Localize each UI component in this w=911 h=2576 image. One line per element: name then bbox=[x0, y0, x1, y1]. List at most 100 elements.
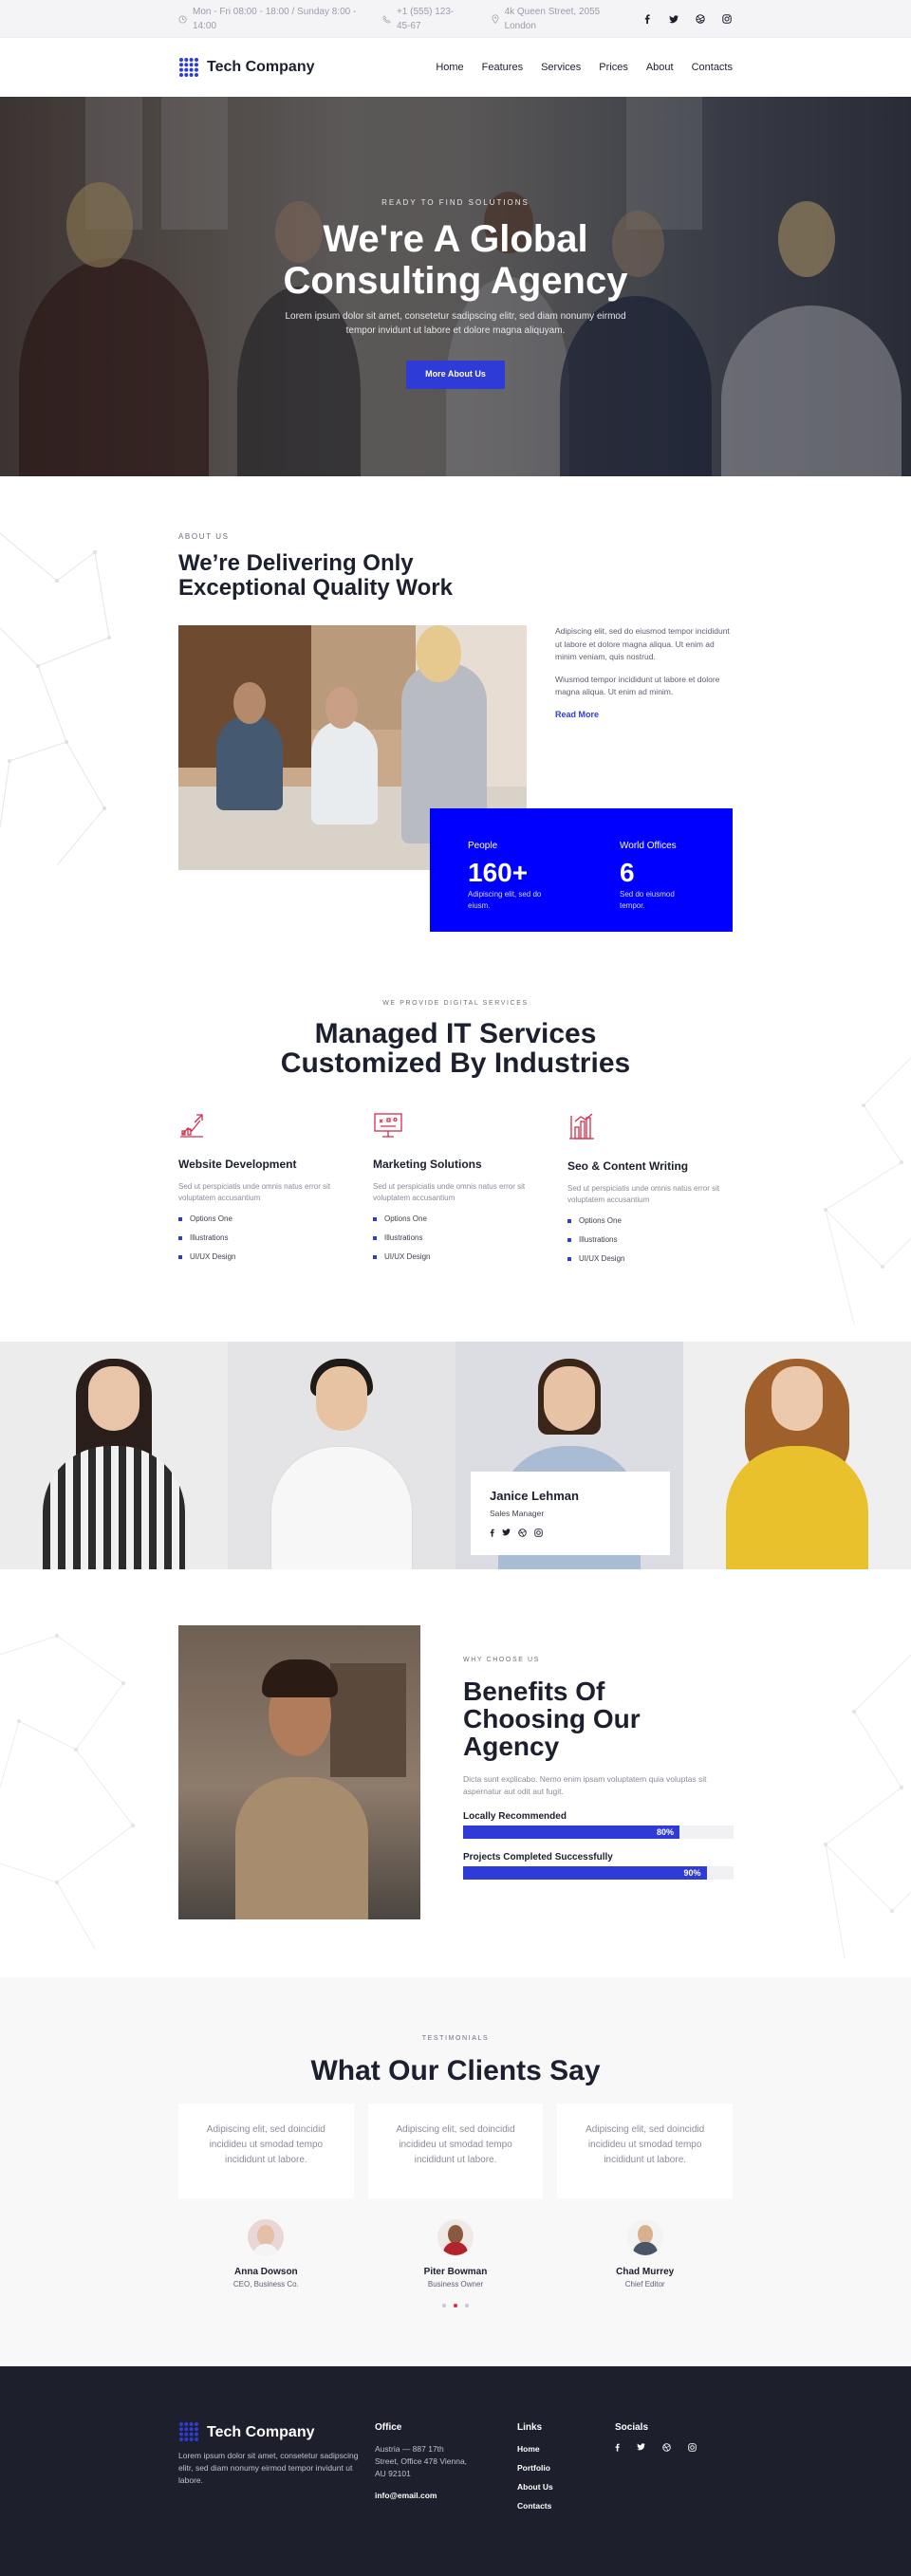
team-member-photo[interactable] bbox=[228, 1342, 456, 1569]
hero-section: READY TO FIND SOLUTIONS We're A Global C… bbox=[0, 97, 911, 476]
service-title: Website Development bbox=[178, 1157, 297, 1171]
team-member-photo-featured[interactable]: Janice Lehman Sales Manager bbox=[456, 1342, 683, 1569]
team-member-card: Janice Lehman Sales Manager bbox=[471, 1472, 670, 1555]
instagram-icon[interactable] bbox=[688, 2443, 697, 2452]
site-header: Tech Company Home Features Services Pric… bbox=[0, 38, 911, 97]
main-nav: Home Features Services Prices About Cont… bbox=[436, 60, 733, 76]
phone-contact[interactable]: +1 (555) 123-45-67 bbox=[382, 5, 467, 33]
benefits-title: Benefits Of Choosing Our Agency bbox=[463, 1676, 641, 1761]
testimonials-title: What Our Clients Say bbox=[310, 2054, 601, 2086]
twitter-icon[interactable] bbox=[637, 2443, 645, 2452]
top-bar: Mon - Fri 08:00 - 18:00 / Sunday 8:00 - … bbox=[0, 0, 911, 38]
presentation-board-icon bbox=[373, 1112, 539, 1139]
pagination-dot[interactable] bbox=[442, 2303, 446, 2307]
service-title: Marketing Solutions bbox=[373, 1157, 482, 1171]
stat-subtext: Sed do eiusmod tempor. bbox=[620, 890, 675, 910]
team-member-role: Sales Manager bbox=[490, 1508, 545, 1518]
instagram-icon[interactable] bbox=[721, 13, 733, 25]
services-list: Website Development Sed ut perspiciatis … bbox=[178, 1112, 733, 1272]
testimonial-role: Chief Editor bbox=[624, 2279, 665, 2289]
service-title: Seo & Content Writing bbox=[567, 1158, 689, 1173]
list-item: UI/UX Design bbox=[178, 1251, 344, 1263]
read-more-link[interactable]: Read More bbox=[555, 710, 599, 719]
service-description: Sed ut perspiciatis unde omnis natus err… bbox=[567, 1183, 720, 1204]
list-item: UI/UX Design bbox=[373, 1251, 539, 1263]
skill-label: Projects Completed Successfully bbox=[463, 1851, 613, 1863]
skill-locally-recommended: Locally Recommended 80% bbox=[463, 1809, 734, 1839]
hero-title-line2: Consulting Agency bbox=[283, 260, 628, 302]
hero-text: Lorem ipsum dolor sit amet, consetetur s… bbox=[285, 311, 626, 336]
about-title: We’re Delivering Only Exceptional Qualit… bbox=[178, 550, 453, 601]
testimonials-eyebrow: TESTIMONIALS bbox=[421, 2035, 490, 2042]
about-eyebrow: ABOUT US bbox=[178, 532, 230, 541]
testimonial-name: Anna Dowson bbox=[234, 2266, 298, 2277]
stat-value: 6 bbox=[620, 858, 635, 887]
dribbble-icon[interactable] bbox=[695, 13, 706, 25]
footer-link-portfolio[interactable]: Portfolio bbox=[517, 2462, 615, 2474]
pagination-dot[interactable] bbox=[465, 2303, 469, 2307]
services-section: WE PROVIDE DIGITAL SERVICES Managed IT S… bbox=[0, 973, 911, 1342]
facebook-icon[interactable] bbox=[615, 2443, 620, 2452]
nav-home[interactable]: Home bbox=[436, 60, 463, 76]
more-about-us-button[interactable]: More About Us bbox=[406, 361, 505, 389]
smiling-man-photo bbox=[178, 1625, 420, 1919]
nav-services[interactable]: Services bbox=[541, 60, 581, 76]
nav-features[interactable]: Features bbox=[482, 60, 523, 76]
phone-text[interactable]: +1 (555) 123-45-67 bbox=[397, 5, 467, 33]
skill-bar-fill: 80% bbox=[463, 1825, 679, 1839]
footer-logo[interactable]: Tech Company bbox=[178, 2421, 365, 2442]
services-title-line2: Customized By Industries bbox=[280, 1047, 631, 1079]
stat-label: World Offices bbox=[620, 841, 677, 851]
site-footer: Tech Company Lorem ipsum dolor sit amet,… bbox=[0, 2366, 911, 2576]
instagram-icon[interactable] bbox=[534, 1529, 543, 1537]
dribbble-icon[interactable] bbox=[662, 2443, 671, 2452]
benefits-content: WHY CHOOSE US Benefits Of Choosing Our A… bbox=[463, 1625, 734, 1880]
testimonial-pagination bbox=[178, 2303, 733, 2307]
nav-prices[interactable]: Prices bbox=[599, 60, 628, 76]
service-bullets: Options One Illustrations UI/UX Design bbox=[178, 1214, 344, 1263]
opening-hours-text: Mon - Fri 08:00 - 18:00 / Sunday 8:00 - … bbox=[193, 7, 357, 31]
facebook-icon[interactable] bbox=[641, 13, 653, 25]
service-card[interactable]: Marketing Solutions Sed ut perspiciatis … bbox=[373, 1112, 539, 1272]
stat-label: People bbox=[468, 841, 498, 851]
list-item: Options One bbox=[567, 1215, 734, 1227]
testimonial-role: Business Owner bbox=[427, 2279, 484, 2289]
footer-office-title: Office bbox=[375, 2422, 402, 2433]
dribbble-icon[interactable] bbox=[518, 1529, 527, 1537]
services-title-line1: Managed IT Services bbox=[314, 1017, 597, 1049]
about-paragraph-1: Adipiscing elit, sed do eiusmod tempor i… bbox=[555, 626, 730, 661]
service-card[interactable]: Seo & Content Writing Sed ut perspiciati… bbox=[567, 1112, 734, 1272]
twitter-icon[interactable] bbox=[502, 1529, 511, 1537]
footer-about: Tech Company Lorem ipsum dolor sit amet,… bbox=[178, 2421, 365, 2519]
bar-chart-icon bbox=[567, 1112, 734, 1140]
brand-name: Tech Company bbox=[207, 59, 315, 75]
footer-link-about-us[interactable]: About Us bbox=[517, 2481, 615, 2493]
skill-label: Locally Recommended bbox=[463, 1810, 567, 1822]
footer-socials: Socials bbox=[615, 2421, 697, 2519]
footer-link-contacts[interactable]: Contacts bbox=[517, 2500, 615, 2512]
brand-logo[interactable]: Tech Company bbox=[178, 56, 315, 79]
list-item: Options One bbox=[178, 1214, 344, 1225]
testimonial-quote: Adipiscing elit, sed doincidid incididеu… bbox=[557, 2103, 734, 2198]
twitter-icon[interactable] bbox=[668, 13, 679, 25]
stat-people: People 160+ Adipiscing elit, sed do eius… bbox=[468, 839, 557, 932]
footer-link-home[interactable]: Home bbox=[517, 2443, 615, 2456]
team-member-photo[interactable] bbox=[0, 1342, 228, 1569]
service-description: Sed ut perspiciatis unde omnis natus err… bbox=[178, 1181, 331, 1202]
service-card[interactable]: Website Development Sed ut perspiciatis … bbox=[178, 1112, 344, 1272]
stat-subtext: Adipiscing elit, sed do eiusm. bbox=[468, 890, 542, 910]
facebook-icon[interactable] bbox=[490, 1529, 494, 1537]
nav-about[interactable]: About bbox=[646, 60, 674, 76]
about-paragraph-2: Wiusmod tempor incididunt ut labore et d… bbox=[555, 674, 720, 697]
pagination-dot-active[interactable] bbox=[454, 2303, 457, 2307]
team-member-photo[interactable] bbox=[683, 1342, 911, 1569]
list-item: Options One bbox=[373, 1214, 539, 1225]
nav-contacts[interactable]: Contacts bbox=[692, 60, 733, 76]
testimonial-item: Adipiscing elit, sed doincidid incididеu… bbox=[367, 2103, 544, 2290]
avatar bbox=[248, 2218, 285, 2255]
testimonial-item: Adipiscing elit, sed doincidid incididеu… bbox=[557, 2103, 734, 2290]
footer-email-link[interactable]: info@email.com bbox=[375, 2490, 517, 2502]
address-text: 4k Queen Street, 2055 London bbox=[504, 7, 601, 31]
footer-about-text: Lorem ipsum dolor sit amet, consetetur s… bbox=[178, 2451, 359, 2485]
hero-title-line1: We're A Global bbox=[323, 218, 588, 260]
